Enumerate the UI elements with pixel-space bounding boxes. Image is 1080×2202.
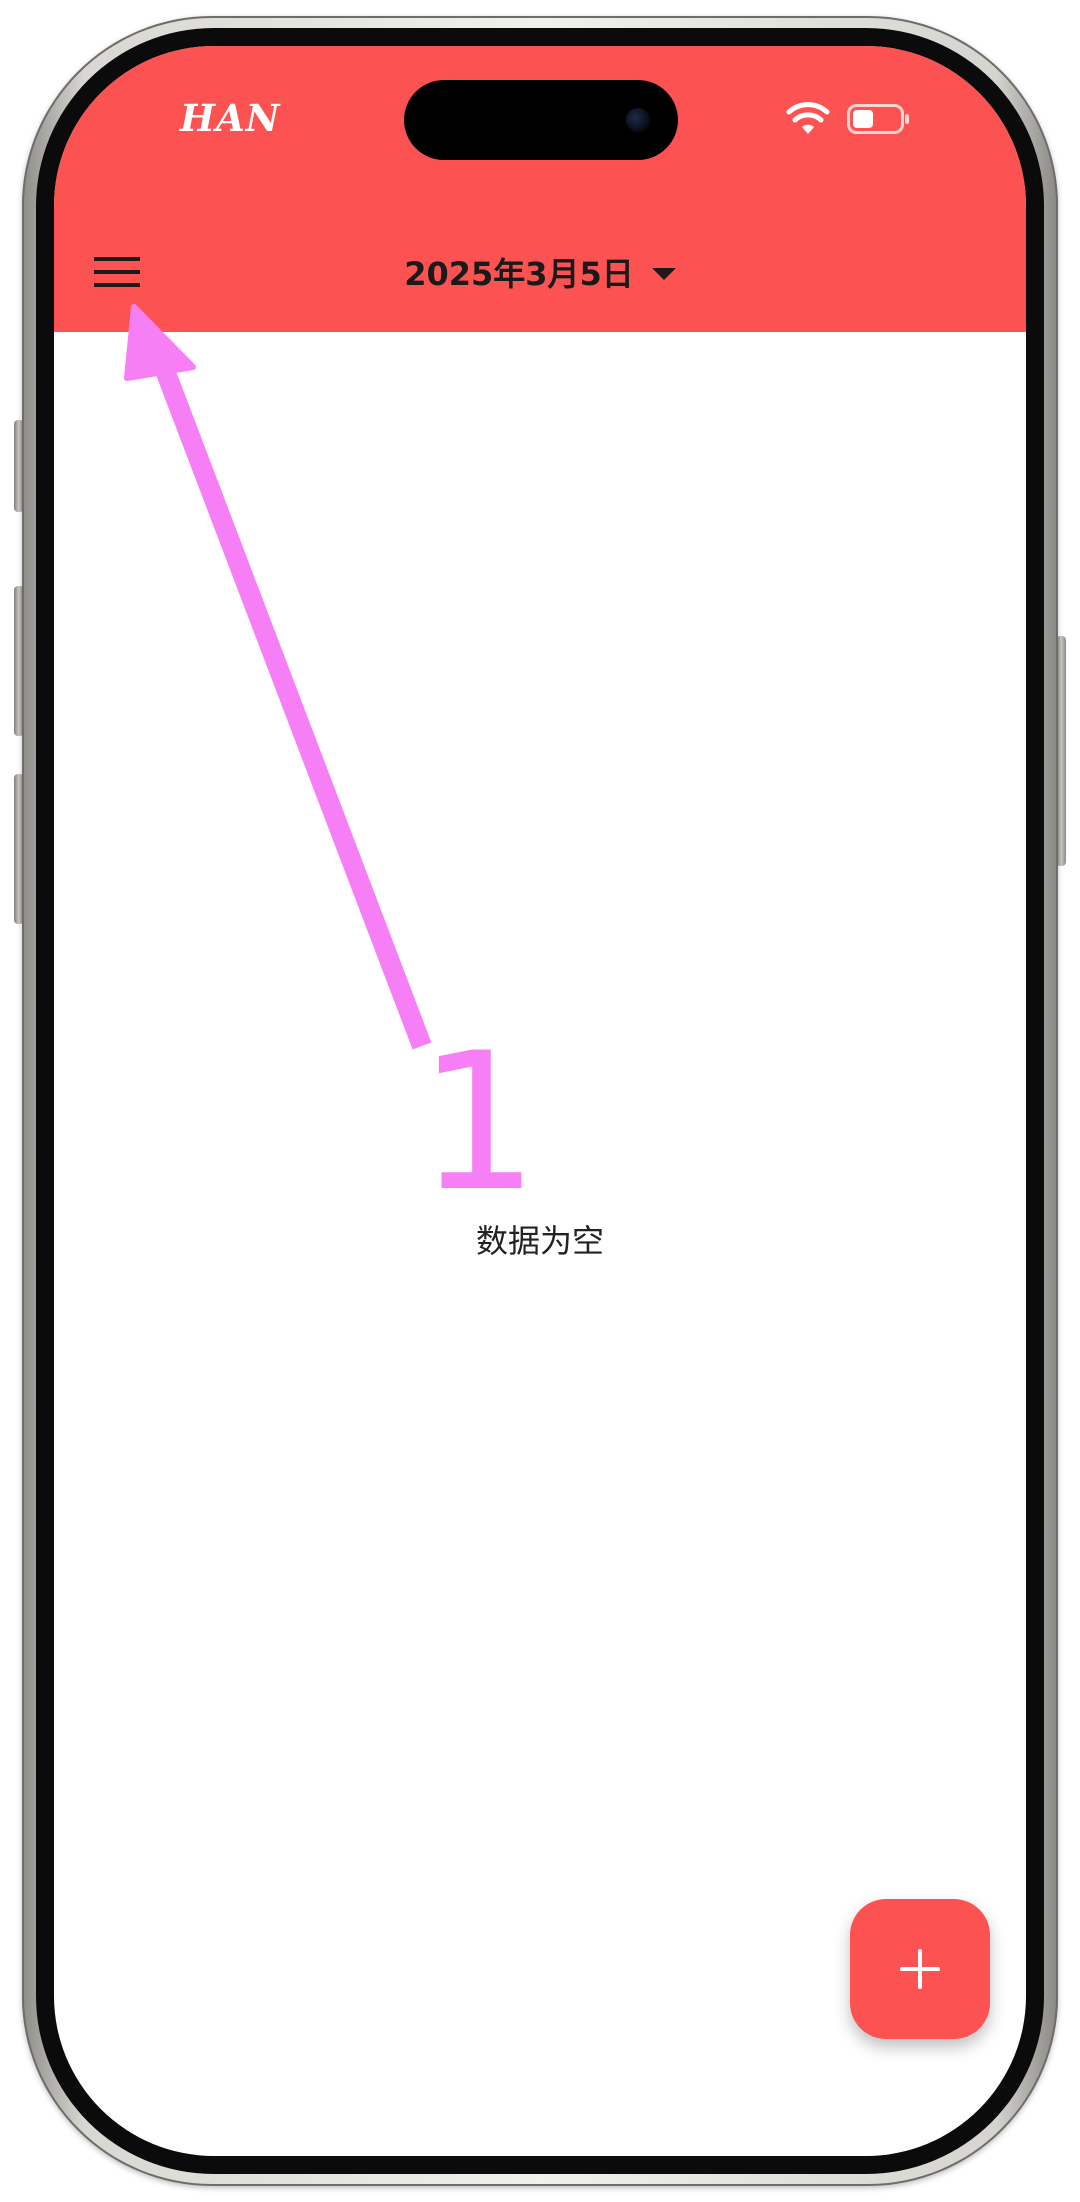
dynamic-island (404, 80, 678, 160)
status-carrier: HAN (180, 96, 281, 140)
add-button[interactable] (850, 1899, 990, 2039)
page: HAN 2025年3月5日 数据为空 1 (0, 0, 1080, 2202)
annotation-step-number: 1 (418, 1012, 539, 1233)
caret-down-icon (651, 268, 676, 280)
battery-icon (847, 104, 909, 134)
app-bar: HAN 2025年3月5日 (54, 46, 1026, 332)
date-selector-button[interactable]: 2025年3月5日 (404, 249, 676, 295)
empty-state-text: 数据为空 (475, 1222, 604, 1260)
plus-icon (900, 1949, 940, 1989)
title-area: 2025年3月5日 (54, 242, 1026, 302)
wifi-icon (786, 102, 830, 134)
front-camera-icon (626, 108, 650, 132)
phone-screen: HAN 2025年3月5日 数据为空 (54, 46, 1026, 2156)
date-title: 2025年3月5日 (404, 255, 634, 293)
